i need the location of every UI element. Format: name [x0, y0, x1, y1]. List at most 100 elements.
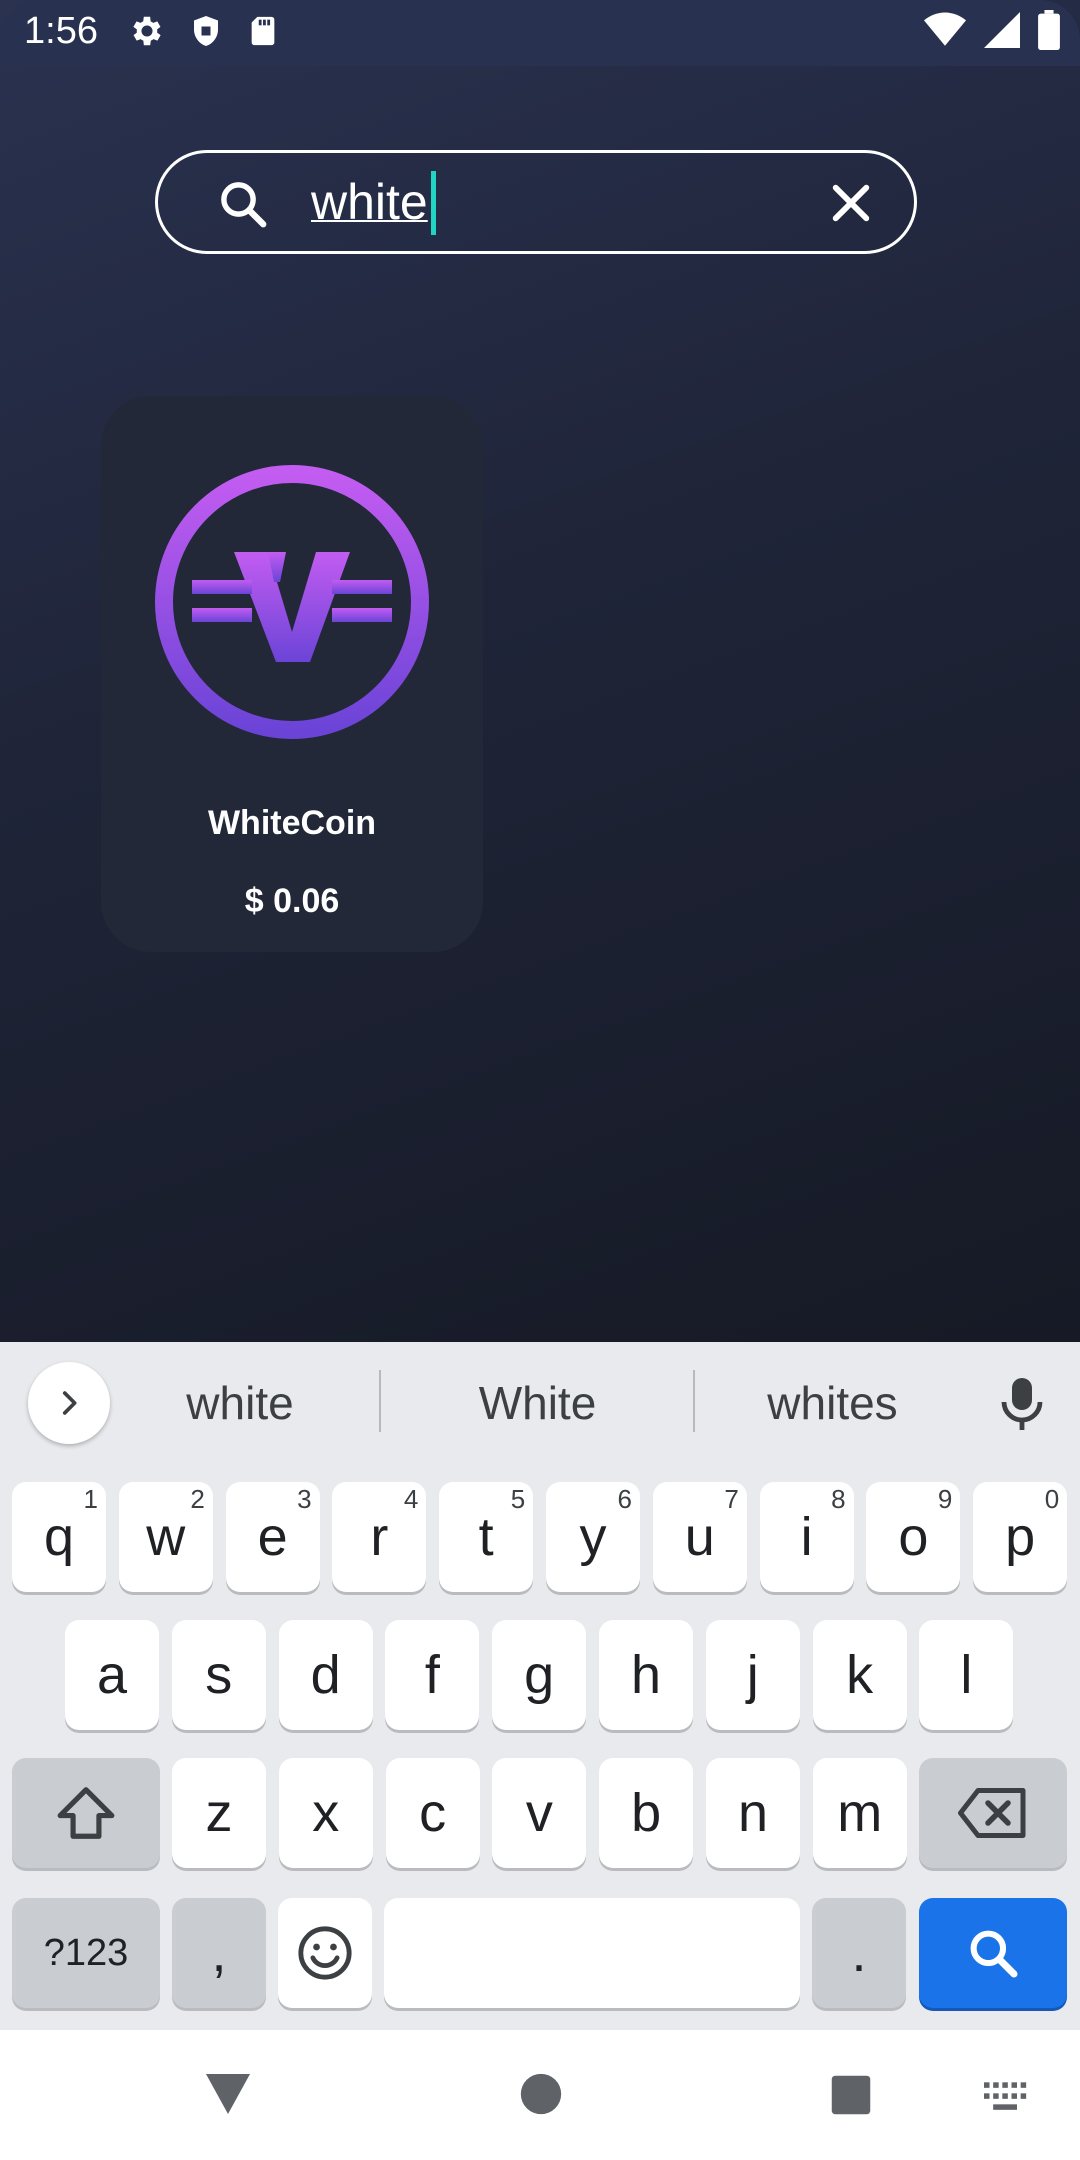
key-o[interactable]: o9: [866, 1482, 961, 1592]
key-label: x: [312, 1783, 340, 1843]
key-label: y: [579, 1507, 607, 1567]
key-label: d: [310, 1645, 341, 1705]
sd-card-icon: [246, 12, 280, 50]
search-icon[interactable]: [216, 177, 270, 236]
shift-icon: [57, 1787, 115, 1839]
key-label: f: [424, 1645, 440, 1705]
settings-icon: [128, 12, 166, 50]
key-label: j: [746, 1645, 759, 1705]
space-key[interactable]: [384, 1898, 800, 2008]
key-h[interactable]: h: [599, 1620, 693, 1730]
key-k[interactable]: k: [812, 1620, 907, 1730]
key-d[interactable]: d: [278, 1620, 373, 1730]
comma-key[interactable]: ,: [172, 1898, 266, 2008]
key-label: q: [43, 1507, 75, 1567]
suggestion-1[interactable]: white: [140, 1376, 340, 1430]
signal-icon: [984, 12, 1020, 48]
key-number-hint: 4: [403, 1484, 419, 1514]
key-label: r: [370, 1507, 389, 1567]
key-u[interactable]: u7: [652, 1482, 747, 1592]
key-number-hint: 3: [297, 1484, 312, 1514]
key-p[interactable]: p0: [973, 1482, 1068, 1592]
key-number-hint: 1: [83, 1484, 98, 1514]
shift-key[interactable]: [12, 1758, 160, 1868]
key-j[interactable]: j: [705, 1620, 800, 1730]
key-label: i: [800, 1507, 813, 1567]
app-screen: 1:56 white WhiteCoin $ 0.06: [0, 0, 1080, 1342]
key-label: n: [737, 1783, 769, 1843]
shield-icon: [188, 12, 224, 50]
key-number-hint: 8: [831, 1484, 846, 1514]
suggestion-divider: [693, 1370, 695, 1432]
key-i[interactable]: i8: [759, 1482, 854, 1592]
key-x[interactable]: x: [278, 1758, 373, 1868]
key-n[interactable]: n: [706, 1758, 800, 1868]
backspace-icon: [958, 1788, 1026, 1838]
coin-price: $ 0.06: [244, 882, 340, 920]
search-input[interactable]: white: [311, 173, 428, 231]
key-label: c: [419, 1783, 447, 1843]
key-s[interactable]: s: [171, 1620, 266, 1730]
suggestion-2[interactable]: White: [435, 1376, 640, 1430]
key-number-hint: 5: [510, 1484, 526, 1514]
suggestion-divider: [379, 1370, 381, 1432]
key-w[interactable]: w2: [118, 1482, 213, 1592]
key-c[interactable]: c: [385, 1758, 480, 1868]
coin-name: WhiteCoin: [207, 804, 377, 842]
period-key[interactable]: .: [812, 1898, 906, 2008]
key-g[interactable]: g: [492, 1620, 587, 1730]
key-number-hint: 7: [724, 1484, 739, 1514]
expand-suggestions-button[interactable]: [28, 1362, 110, 1444]
key-label: z: [205, 1783, 233, 1843]
whitecoin-logo-icon: [152, 462, 432, 747]
chevron-right-icon: [62, 1391, 77, 1415]
key-label: g: [524, 1645, 555, 1705]
key-number-hint: 6: [617, 1484, 632, 1514]
key-q[interactable]: q1: [12, 1482, 106, 1592]
backspace-key[interactable]: [919, 1758, 1067, 1868]
soft-keyboard: white White whites ?123 , . q1w2e3r4t5y6…: [0, 1342, 1080, 2030]
key-b[interactable]: b: [599, 1758, 694, 1868]
suggestion-bar: white White whites: [0, 1342, 1080, 1466]
key-label: b: [631, 1783, 662, 1843]
status-time: 1:56: [24, 10, 98, 52]
key-t[interactable]: t5: [439, 1482, 534, 1592]
key-z[interactable]: z: [172, 1758, 266, 1868]
symbols-key[interactable]: ?123: [12, 1898, 160, 2008]
key-r[interactable]: r4: [332, 1482, 427, 1592]
search-action-key[interactable]: [919, 1898, 1067, 2008]
emoji-icon: [298, 1926, 352, 1980]
coin-card[interactable]: WhiteCoin $ 0.06: [101, 396, 483, 952]
key-a[interactable]: a: [65, 1620, 159, 1730]
back-icon[interactable]: [204, 2072, 252, 2121]
key-l[interactable]: l: [919, 1620, 1014, 1730]
key-label: o: [898, 1507, 929, 1567]
recents-icon[interactable]: [830, 2074, 872, 2121]
emoji-key[interactable]: [278, 1898, 372, 2008]
search-bar[interactable]: white: [155, 150, 917, 254]
key-label: v: [525, 1783, 553, 1843]
key-v[interactable]: v: [492, 1758, 587, 1868]
clear-icon[interactable]: [828, 180, 874, 231]
key-f[interactable]: f: [385, 1620, 480, 1730]
key-label: t: [478, 1507, 494, 1567]
key-label: u: [684, 1507, 715, 1567]
key-label: a: [96, 1645, 128, 1705]
key-number-hint: 9: [937, 1484, 953, 1514]
text-cursor: [431, 171, 436, 235]
key-label: e: [257, 1507, 288, 1567]
keyboard-switch-icon[interactable]: [984, 2082, 1028, 2117]
key-label: k: [846, 1645, 874, 1705]
suggestion-3[interactable]: whites: [730, 1376, 935, 1430]
key-y[interactable]: y6: [546, 1482, 640, 1592]
wifi-icon: [924, 12, 966, 48]
microphone-icon[interactable]: [998, 1376, 1046, 1437]
key-number-hint: 0: [1044, 1484, 1060, 1514]
key-label: p: [1005, 1507, 1036, 1567]
home-icon[interactable]: [519, 2072, 563, 2121]
battery-icon: [1038, 10, 1060, 50]
key-e[interactable]: e3: [225, 1482, 320, 1592]
search-icon: [970, 1930, 1018, 1978]
key-label: w: [146, 1507, 186, 1567]
key-m[interactable]: m: [812, 1758, 907, 1868]
